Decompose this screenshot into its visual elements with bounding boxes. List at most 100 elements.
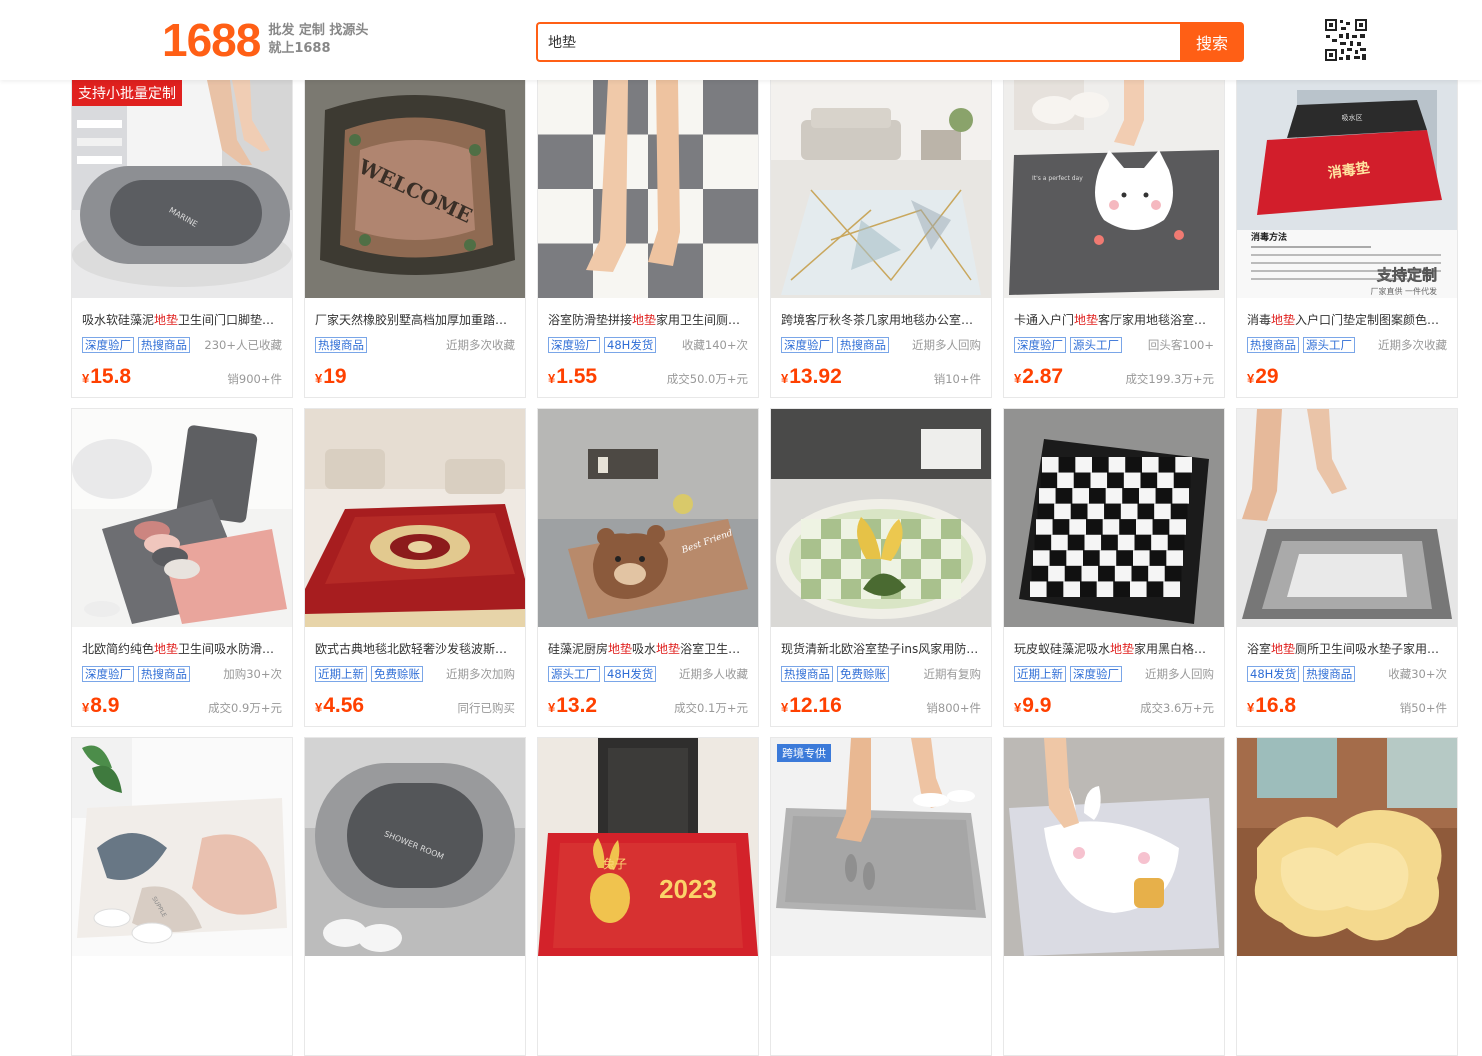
service-badge[interactable]: 近期上新 (315, 666, 367, 682)
cross-border-tag: 跨境专供 (777, 744, 831, 762)
service-badge[interactable]: 热搜商品 (138, 337, 190, 353)
product-title[interactable]: 消毒地垫入户口门垫定制图案颜色… (1247, 312, 1447, 328)
product-price: ¥2.87 (1014, 365, 1063, 389)
product-image[interactable] (1004, 738, 1224, 956)
product-card[interactable]: MARINE 支持小批量定制 吸水软硅藻泥地垫卫生间门口脚垫… 深度验厂 热搜商品 230… (71, 80, 293, 398)
product-card[interactable]: SUPPLE (71, 737, 293, 1056)
product-title[interactable]: 欧式古典地毯北欧轻奢沙发毯波斯… (315, 641, 515, 657)
product-image[interactable] (1237, 738, 1457, 956)
service-badge[interactable]: 深度验厂 (1070, 666, 1122, 682)
product-card[interactable]: SHOWER ROOM (304, 737, 526, 1056)
product-card[interactable]: 欧式古典地毯北欧轻奢沙发毯波斯… 近期上新 免费赊账 近期多次加购 ¥4.56 同行已购买 (304, 408, 526, 727)
price-row: ¥13.92 销10+件 (781, 365, 981, 389)
product-card[interactable]: 浴室地垫厕所卫生间吸水垫子家用… 48H发货 热搜商品 收藏30+次 ¥16.8 销50+… (1236, 408, 1458, 727)
price-row: ¥16.8 销50+件 (1247, 694, 1447, 718)
currency-symbol: ¥ (781, 371, 789, 386)
service-badge[interactable]: 热搜商品 (1303, 666, 1356, 682)
service-badge[interactable]: 热搜商品 (138, 666, 190, 682)
site-logo[interactable]: 1688 批发 定制 找源头 就上1688 (162, 14, 368, 66)
product-image[interactable] (538, 80, 758, 298)
product-price: ¥9.9 (1014, 694, 1051, 718)
service-badge[interactable]: 深度验厂 (82, 337, 134, 353)
service-badge[interactable]: 源头工厂 (1070, 337, 1122, 353)
service-badge[interactable]: 深度验厂 (548, 337, 600, 353)
sales-count: 成交0.1万+元 (674, 701, 748, 715)
service-badge[interactable]: 免费赊账 (371, 666, 423, 682)
sales-count: 成交199.3万+元 (1125, 372, 1214, 386)
service-badge[interactable]: 热搜商品 (315, 337, 367, 353)
product-image[interactable]: 兔子 2023 (538, 738, 758, 956)
product-title[interactable]: 玩皮蚁硅藻泥吸水地垫家用黑白格… (1014, 641, 1214, 657)
service-badge[interactable]: 深度验厂 (82, 666, 134, 682)
product-image[interactable]: SUPPLE (72, 738, 292, 956)
product-title[interactable]: 跨境客厅秋冬茶几家用地毯办公室… (781, 312, 981, 328)
service-badge[interactable]: 热搜商品 (1247, 337, 1299, 353)
service-badge[interactable]: 深度验厂 (781, 337, 833, 353)
price-row: ¥4.56 同行已购买 (315, 694, 515, 718)
product-card[interactable] (1003, 737, 1225, 1056)
product-card[interactable]: 浴室防滑垫拼接地垫家用卫生间厕… 深度验厂 48H发货 收藏140+次 ¥1.55 成交5… (537, 80, 759, 398)
product-image[interactable] (1237, 409, 1457, 627)
product-card[interactable]: 北欧简约纯色地垫卫生间吸水防滑… 深度验厂 热搜商品 加购30+次 ¥8.9 成交0.9万… (71, 408, 293, 727)
product-card[interactable]: 跨境专供 (770, 737, 992, 1056)
product-image[interactable]: WELCOME (305, 80, 525, 298)
currency-symbol: ¥ (82, 371, 90, 386)
product-image[interactable] (305, 409, 525, 627)
logo-slogan: 批发 定制 找源头 就上1688 (268, 22, 368, 58)
product-image[interactable] (771, 409, 991, 627)
product-image[interactable]: Best Friend (538, 409, 758, 627)
product-title[interactable]: 硅藻泥厨房地垫吸水地垫浴室卫生… (548, 641, 748, 657)
product-card[interactable]: It's a perfect day 卡通入户门地垫客厅家用地毯浴室… 深度验厂 源头… (1003, 80, 1225, 398)
popularity-text: 近期多人回购 (1145, 667, 1214, 681)
sales-count: 销10+件 (933, 372, 981, 386)
service-badge[interactable]: 近期上新 (1014, 666, 1066, 682)
product-image[interactable] (1004, 409, 1224, 627)
product-card[interactable]: 跨境客厅秋冬茶几家用地毯办公室… 深度验厂 热搜商品 近期多人回购 ¥13.92 销10+… (770, 80, 992, 398)
service-badge[interactable]: 48H发货 (1247, 666, 1300, 682)
popularity-text: 加购30+次 (223, 667, 282, 681)
keyword-highlight: 地垫 (1271, 642, 1296, 656)
popularity-text: 收藏140+次 (681, 338, 748, 352)
title-text: 硅藻泥厨房 (548, 642, 609, 656)
currency-symbol: ¥ (82, 700, 90, 715)
product-image[interactable]: It's a perfect day (1004, 80, 1224, 298)
service-badge[interactable]: 源头工厂 (1303, 337, 1355, 353)
price-row: ¥13.2 成交0.1万+元 (548, 694, 748, 718)
service-badge[interactable]: 48H发货 (604, 666, 657, 682)
product-card[interactable] (1236, 737, 1458, 1056)
currency-symbol: ¥ (315, 700, 323, 715)
product-title[interactable]: 浴室防滑垫拼接地垫家用卫生间厕… (548, 312, 748, 328)
product-image[interactable]: SHOWER ROOM (305, 738, 525, 956)
service-badge[interactable]: 48H发货 (604, 337, 657, 353)
product-card[interactable]: Best Friend 硅藻泥厨房地垫吸水地垫浴室卫生… 源头工厂 48H发货 近期多人… (537, 408, 759, 727)
product-card[interactable]: 玩皮蚁硅藻泥吸水地垫家用黑白格… 近期上新 深度验厂 近期多人回购 ¥9.9 成交3.6万… (1003, 408, 1225, 727)
product-image[interactable] (771, 80, 991, 298)
product-title[interactable]: 北欧简约纯色地垫卫生间吸水防滑… (82, 641, 282, 657)
product-card[interactable]: WELCOME 厂家天然橡胶别墅高档加厚加重踏… 热搜商品 近期多次收藏 ¥19 (304, 80, 526, 398)
product-image[interactable] (72, 409, 292, 627)
product-title[interactable]: 吸水软硅藻泥地垫卫生间门口脚垫… (82, 312, 282, 328)
badge-list: 源头工厂 48H发货 (548, 666, 657, 682)
product-title[interactable]: 现货清新北欧浴室垫子ins风家用防… (781, 641, 981, 657)
search-button[interactable]: 搜索 (1180, 22, 1244, 62)
service-badge[interactable]: 免费赊账 (837, 666, 889, 682)
product-card[interactable]: 兔子 2023 (537, 737, 759, 1056)
search-input[interactable] (536, 22, 1180, 62)
product-title[interactable]: 厂家天然橡胶别墅高档加厚加重踏… (315, 312, 515, 328)
product-title[interactable]: 卡通入户门地垫客厅家用地毯浴室… (1014, 312, 1214, 328)
product-card[interactable]: 吸水区 消毒垫 消毒方法 支持定制 厂家直供 一件代发消毒地垫入户口门垫定制图案颜色… 热… (1236, 80, 1458, 398)
product-title[interactable]: 浴室地垫厕所卫生间吸水垫子家用… (1247, 641, 1447, 657)
service-badge[interactable]: 热搜商品 (837, 337, 889, 353)
product-image[interactable]: 跨境专供 (771, 738, 991, 956)
product-meta-row: 深度验厂 源头工厂 回头客100+ (1014, 337, 1214, 353)
service-badge[interactable]: 源头工厂 (548, 666, 600, 682)
badge-list: 近期上新 深度验厂 (1014, 666, 1122, 682)
service-badge[interactable]: 热搜商品 (781, 666, 833, 682)
product-card[interactable]: 现货清新北欧浴室垫子ins风家用防… 热搜商品 免费赊账 近期有复购 ¥12.16 销80… (770, 408, 992, 727)
product-image[interactable]: MARINE 支持小批量定制 (72, 80, 292, 298)
price-value: 8.9 (90, 694, 120, 717)
badge-list: 近期上新 免费赊账 (315, 666, 423, 682)
qr-code-icon[interactable] (1324, 18, 1368, 62)
service-badge[interactable]: 深度验厂 (1014, 337, 1066, 353)
product-image[interactable]: 吸水区 消毒垫 消毒方法 支持定制 厂家直供 一件代发 (1237, 80, 1457, 298)
